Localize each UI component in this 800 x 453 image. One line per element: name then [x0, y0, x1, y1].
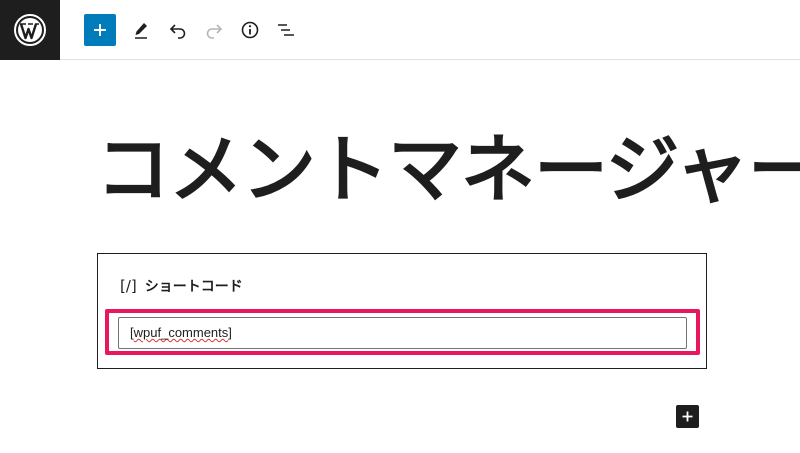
- undo-button[interactable]: [166, 18, 190, 42]
- shortcode-block-title: ショートコード: [144, 279, 243, 295]
- post-title[interactable]: コメントマネージャー: [96, 122, 800, 218]
- shortcode-block[interactable]: [/] ショートコード [wpuf_comments]: [97, 253, 707, 369]
- undo-icon: [169, 24, 186, 39]
- list-view-button[interactable]: [274, 18, 298, 42]
- shortcode-close-bracket: ]: [228, 325, 232, 340]
- editor-top-toolbar: [0, 0, 800, 60]
- block-inserter-button[interactable]: [676, 405, 699, 428]
- add-block-button[interactable]: [84, 14, 116, 46]
- shortcode-input[interactable]: [wpuf_comments]: [118, 317, 687, 349]
- info-icon: [241, 21, 259, 39]
- redo-icon: [206, 24, 223, 39]
- plus-icon: [682, 411, 693, 422]
- wordpress-logo-icon[interactable]: [0, 0, 60, 60]
- tools-button[interactable]: [129, 18, 153, 42]
- list-view-icon: [278, 24, 294, 36]
- pencil-icon: [135, 23, 147, 39]
- shortcode-name: wpuf_comments: [133, 325, 229, 340]
- redo-button[interactable]: [202, 18, 226, 42]
- shortcode-block-label: [/] ショートコード: [120, 276, 243, 296]
- details-button[interactable]: [238, 18, 262, 42]
- plus-icon: [94, 24, 106, 36]
- shortcode-icon: [/]: [120, 277, 137, 295]
